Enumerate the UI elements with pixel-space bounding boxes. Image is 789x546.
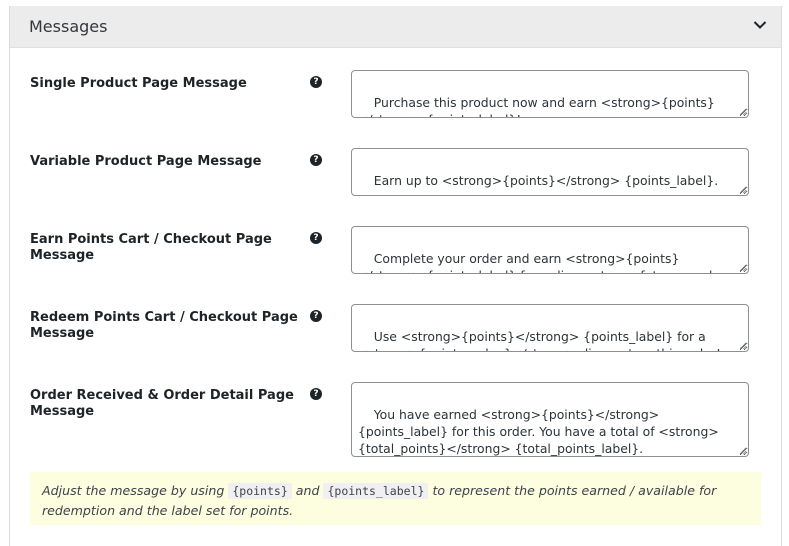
order-received-message-textarea[interactable]: You have earned <strong>{points}</strong… (351, 382, 749, 457)
placeholder-help-note: Adjust the message by using {points} and… (30, 472, 761, 525)
field-label-single-product-message: Single Product Page Message (30, 76, 247, 91)
note-middle: and (295, 483, 320, 498)
question-circle-icon[interactable]: ? (310, 232, 322, 244)
variable-product-message-textarea[interactable]: Earn up to <strong>{points}</strong> {po… (351, 148, 749, 196)
question-circle-icon[interactable]: ? (310, 154, 322, 166)
section-title: Messages (29, 17, 108, 36)
resize-handle-icon[interactable] (739, 264, 747, 272)
resize-handle-icon[interactable] (739, 342, 747, 350)
textarea-value: You have earned <strong>{points}</strong… (358, 407, 719, 456)
redeem-points-message-textarea[interactable]: Use <strong>{points}</strong> {points_la… (351, 304, 749, 352)
field-label-earn-points-message: Earn Points Cart / Checkout Page Message (30, 232, 272, 263)
note-prefix: Adjust the message by using (42, 483, 225, 498)
field-label-redeem-points-message: Redeem Points Cart / Checkout Page Messa… (30, 310, 298, 341)
question-circle-icon[interactable]: ? (310, 76, 322, 88)
question-circle-icon[interactable]: ? (310, 388, 322, 400)
resize-handle-icon[interactable] (739, 108, 747, 116)
resize-handle-icon[interactable] (739, 186, 747, 194)
question-circle-icon[interactable]: ? (310, 310, 322, 322)
field-label-variable-product-message: Variable Product Page Message (30, 154, 262, 169)
textarea-value: Purchase this product now and earn <stro… (358, 95, 715, 117)
points-placeholder-code: {points} (228, 483, 292, 499)
chevron-down-icon[interactable] (753, 20, 767, 30)
field-label-order-received-message: Order Received & Order Detail Page Messa… (30, 388, 294, 419)
earn-points-message-textarea[interactable]: Complete your order and earn <strong>{po… (351, 226, 749, 274)
points-label-placeholder-code: {points_label} (323, 483, 429, 499)
textarea-value: Earn up to <strong>{points}</strong> {po… (373, 173, 719, 188)
resize-handle-icon[interactable] (739, 447, 747, 455)
single-product-message-textarea[interactable]: Purchase this product now and earn <stro… (351, 70, 749, 118)
messages-panel: Messages Single Product Page Message ? P… (9, 6, 782, 546)
messages-section-header[interactable]: Messages (10, 6, 781, 48)
textarea-value: Use <strong>{points}</strong> {points_la… (358, 329, 721, 351)
textarea-value: Complete your order and earn <strong>{po… (358, 251, 739, 273)
